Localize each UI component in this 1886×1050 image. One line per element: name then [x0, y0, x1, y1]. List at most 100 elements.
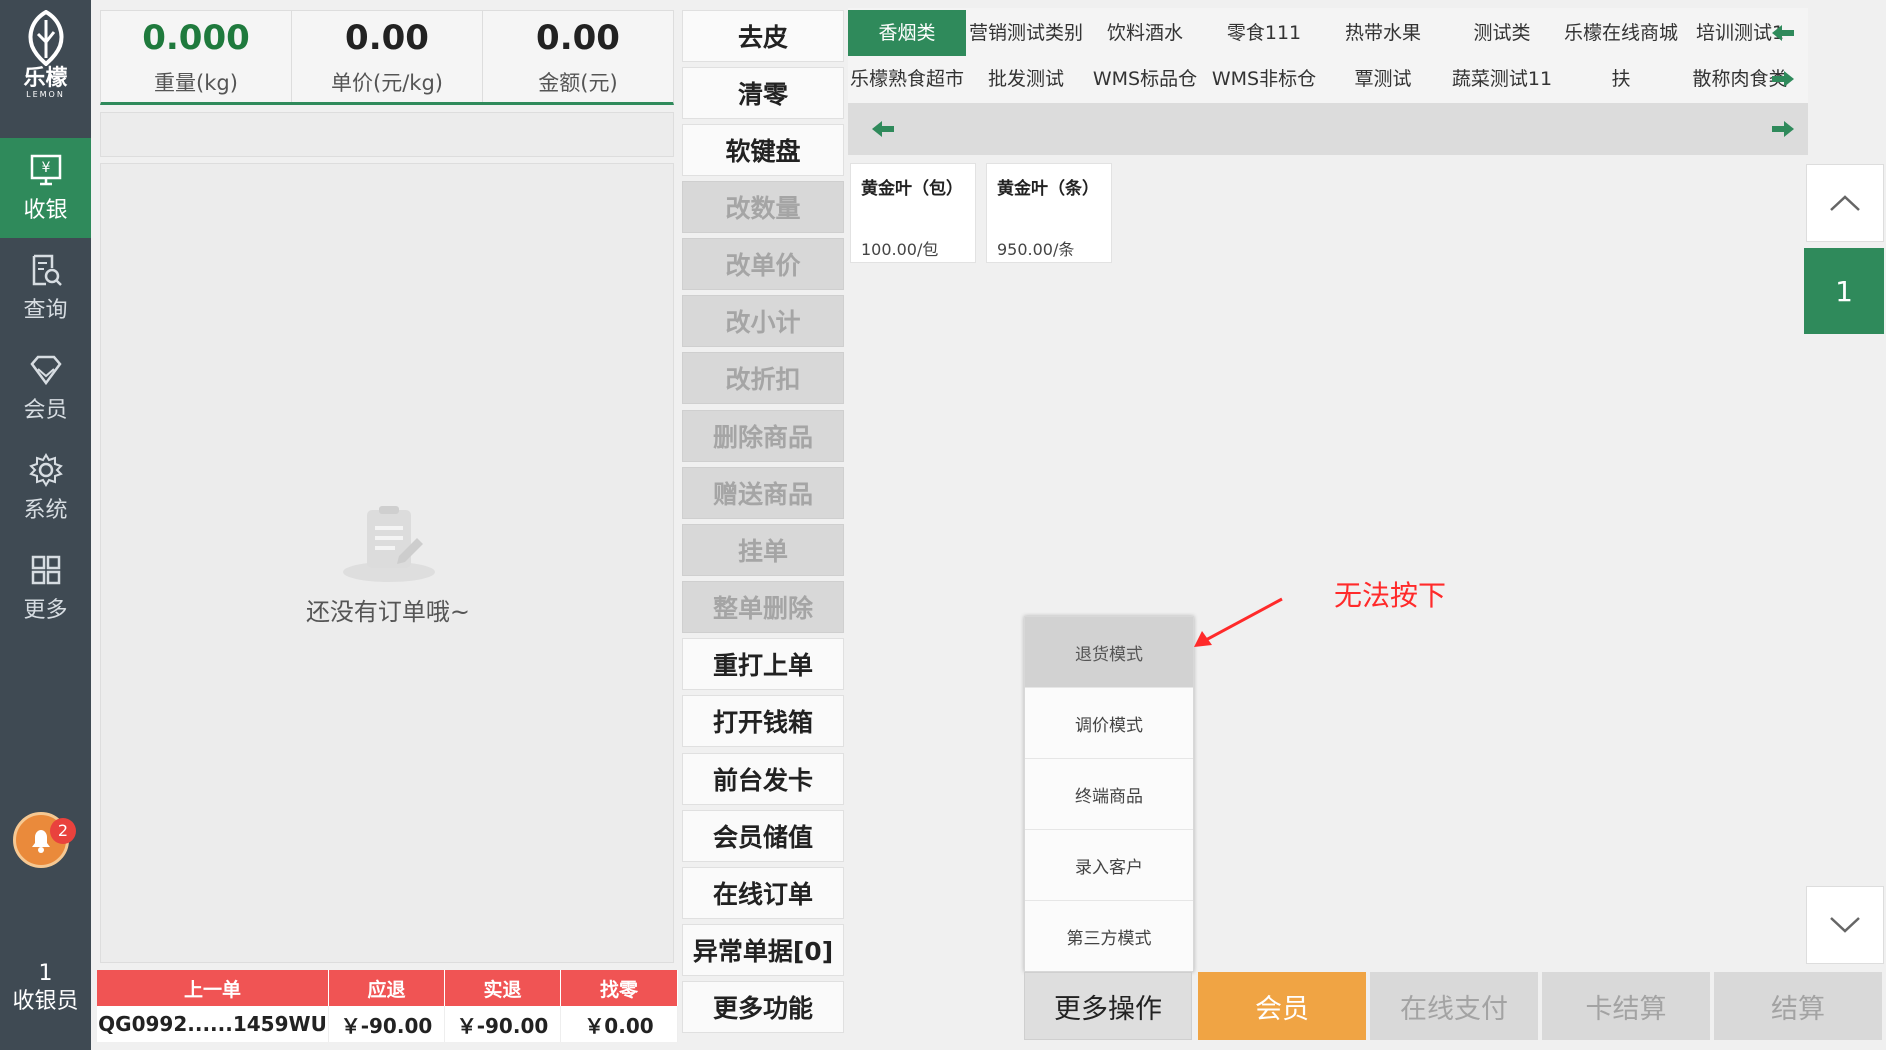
reprint-last-button[interactable]: 重打上单 [682, 638, 844, 690]
category-tab[interactable]: 热带水果 [1324, 10, 1442, 56]
zero-button[interactable]: 清零 [682, 67, 844, 119]
arrow-right-icon [1772, 121, 1794, 137]
gift-item-button[interactable]: 赠送商品 [682, 467, 844, 519]
change-unit-price-button[interactable]: 改单价 [682, 238, 844, 290]
arrow-left-icon [1772, 25, 1794, 41]
empty-order-text: 还没有订单哦~ [305, 598, 471, 626]
cashier-id: 1 [38, 961, 53, 986]
chevron-down-icon [1830, 917, 1860, 933]
notification-badge: 2 [50, 818, 76, 844]
open-cash-drawer-button[interactable]: 打开钱箱 [682, 695, 844, 747]
return-mode-menu-item[interactable]: 退货模式 [1025, 617, 1193, 688]
delete-item-button[interactable]: 删除商品 [682, 410, 844, 462]
issue-card-button[interactable]: 前台发卡 [682, 753, 844, 805]
annotation-text: 无法按下 [1334, 579, 1447, 612]
nav-label-query: 查询 [23, 298, 68, 323]
arrow-left-icon [872, 121, 894, 137]
refund-due-value: ￥-90.00 [329, 1006, 445, 1042]
annotation-arrow-icon [1194, 597, 1283, 647]
change-subtotal-button[interactable]: 改小计 [682, 295, 844, 347]
product-name: 黄金叶（包） [861, 179, 963, 199]
lemon-logo-icon [28, 10, 63, 66]
category-tab[interactable]: WMS非标仓 [1205, 56, 1323, 102]
category-bar: 香烟类 营销测试类别 饮料酒水 零食111 热带水果 测试类 乐檬在线商城 培训… [848, 8, 1808, 155]
category-tab[interactable]: 乐檬熟食超市 [848, 56, 966, 102]
chevron-up-icon [1830, 195, 1860, 211]
subcategory-next-button[interactable] [1758, 106, 1808, 152]
online-order-button[interactable]: 在线订单 [682, 867, 844, 919]
nav-item-cashier[interactable]: ¥ 收银 [0, 138, 91, 238]
cashier-label: 收银员 [12, 989, 79, 1014]
change-quantity-button[interactable]: 改数量 [682, 181, 844, 233]
page-up-button[interactable] [1806, 164, 1884, 242]
diamond-icon [29, 355, 62, 386]
product-card[interactable]: 黄金叶（包） 100.00/包 [850, 163, 976, 263]
delete-order-button[interactable]: 整单删除 [682, 581, 844, 633]
weight-value: 0.000 [142, 17, 250, 58]
member-button[interactable]: 会员 [1198, 972, 1366, 1040]
cashier-info: 1 收银员 [0, 960, 91, 1016]
nav-item-query[interactable]: 查询 [0, 238, 91, 338]
online-payment-button[interactable]: 在线支付 [1370, 972, 1538, 1040]
category-tab[interactable]: 饮料酒水 [1086, 10, 1204, 56]
cashier-icon: ¥ [30, 154, 61, 186]
product-name: 黄金叶（条） [997, 179, 1099, 199]
weight-label: 重量(kg) [154, 70, 238, 95]
category-tab[interactable]: 批发测试 [967, 56, 1085, 102]
more-operations-button[interactable]: 更多操作 [1024, 972, 1192, 1040]
card-settlement-button[interactable]: 卡结算 [1542, 972, 1710, 1040]
nav-item-system[interactable]: 系统 [0, 438, 91, 538]
logo-subtext: LEMON [26, 90, 65, 99]
last-order-header: 上一单 [97, 970, 329, 1006]
lemon-logo: 乐檬 LEMON [0, 10, 91, 110]
svg-text:¥: ¥ [41, 160, 50, 176]
amount-label: 金额(元) [538, 70, 618, 95]
amount-value: 0.00 [536, 17, 620, 58]
grid-icon [31, 555, 60, 585]
more-functions-button[interactable]: 更多功能 [682, 981, 844, 1033]
product-price: 100.00/包 [861, 240, 939, 259]
member-recharge-button[interactable]: 会员储值 [682, 810, 844, 862]
more-operations-menu: 退货模式 调价模式 终端商品 录入客户 第三方模式 [1024, 616, 1194, 972]
page-number: 1 [1804, 248, 1884, 334]
category-tab[interactable]: WMS标品仓 [1086, 56, 1204, 102]
terminal-products-menu-item[interactable]: 终端商品 [1025, 759, 1193, 830]
gear-icon [28, 453, 63, 487]
tare-button[interactable]: 去皮 [682, 10, 844, 62]
hold-order-button[interactable]: 挂单 [682, 524, 844, 576]
exception-docs-button[interactable]: 异常单据[0] [682, 924, 844, 976]
category-tab[interactable]: 营销测试类别 [967, 10, 1085, 56]
soft-keyboard-button[interactable]: 软键盘 [682, 124, 844, 176]
nav-item-member[interactable]: 会员 [0, 338, 91, 438]
enter-customer-menu-item[interactable]: 录入客户 [1025, 830, 1193, 901]
last-order-value-row: QG0992......1459WU ￥-90.00 ￥-90.00 ￥0.00 [97, 1006, 678, 1042]
nav-item-more[interactable]: 更多 [0, 538, 91, 638]
category-tab[interactable]: 香烟类 [848, 10, 966, 56]
last-order-header-row: 上一单 应退 实退 找零 [97, 970, 678, 1006]
category-tab[interactable]: 蔬菜测试11 [1443, 56, 1561, 102]
barcode-input-area[interactable] [100, 112, 674, 157]
category-tab[interactable]: 零食111 [1205, 10, 1323, 56]
empty-order-icon [343, 506, 435, 582]
logo-text: 乐檬 [23, 66, 68, 91]
product-card[interactable]: 黄金叶（条） 950.00/条 [986, 163, 1112, 263]
order-list: 还没有订单哦~ [100, 163, 674, 963]
category-next-row-button[interactable] [1758, 56, 1808, 102]
category-tab[interactable]: 扶 [1562, 56, 1680, 102]
settle-button[interactable]: 结算 [1714, 972, 1882, 1040]
change-discount-button[interactable]: 改折扣 [682, 352, 844, 404]
category-prev-row-button[interactable] [1758, 10, 1808, 56]
refund-actual-header: 实退 [445, 970, 561, 1006]
last-order-number: QG0992......1459WU [97, 1006, 329, 1042]
category-tab[interactable]: 乐檬在线商城 [1562, 10, 1680, 56]
subcategory-bar [848, 103, 1808, 155]
subcategory-prev-button[interactable] [858, 106, 908, 152]
category-tab[interactable]: 覃测试 [1324, 56, 1442, 102]
last-order-table: 上一单 应退 实退 找零 QG0992......1459WU ￥-90.00 … [97, 970, 678, 1042]
third-party-mode-menu-item[interactable]: 第三方模式 [1025, 901, 1193, 972]
category-tab[interactable]: 测试类 [1443, 10, 1561, 56]
page-down-button[interactable] [1806, 886, 1884, 964]
unit-price-label: 单价(元/kg) [331, 70, 443, 95]
price-adjust-mode-menu-item[interactable]: 调价模式 [1025, 688, 1193, 759]
scale-display: 0.000 重量(kg) 0.00 单价(元/kg) 0.00 金额(元) [100, 10, 674, 105]
